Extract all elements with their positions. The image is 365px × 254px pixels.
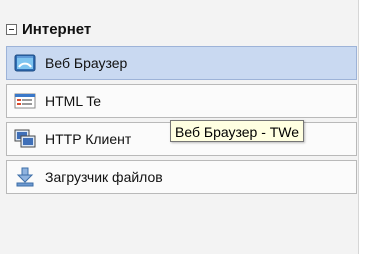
palette-item-label: Веб Браузер — [45, 55, 128, 71]
palette-item-label: HTML Te — [45, 93, 102, 109]
group-header-internet[interactable]: Интернет — [6, 18, 91, 40]
tooltip: Веб Браузер - TWe — [170, 120, 305, 142]
palette-item-label: Загрузчик файлов — [45, 169, 163, 185]
group-title: Интернет — [22, 20, 92, 38]
palette-item-label: HTTP Клиент — [45, 131, 132, 147]
palette-item-file-downloader[interactable]: Загрузчик файлов — [6, 160, 357, 194]
file-downloader-icon — [16, 167, 34, 187]
http-client-icon — [14, 129, 36, 148]
collapse-icon[interactable] — [6, 23, 17, 35]
web-browser-icon — [14, 54, 36, 72]
palette-item-html-template[interactable]: HTML Te — [6, 84, 357, 118]
component-palette: Интернет Веб Браузер HTML Te HTTP Клиент… — [0, 0, 359, 254]
palette-item-web-browser[interactable]: Веб Браузер — [6, 46, 357, 80]
html-template-icon — [14, 93, 36, 109]
